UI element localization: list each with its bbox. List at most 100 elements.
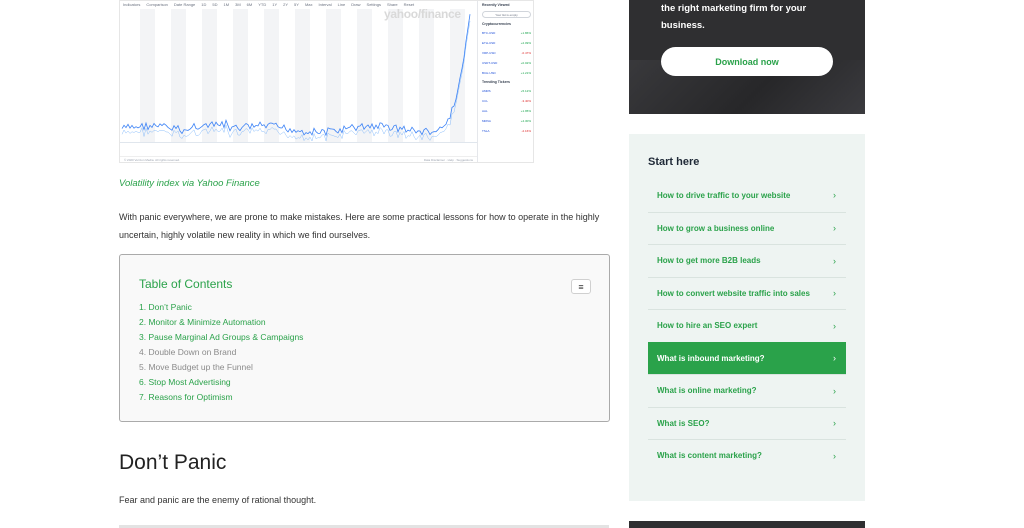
start-here-link[interactable]: What is inbound marketing? › (648, 341, 846, 374)
chart-toolbar-item[interactable]: 5Y (294, 2, 299, 8)
start-here-link-label: How to convert website traffic into sale… (657, 288, 810, 298)
chart-plot (120, 9, 477, 143)
toc-item[interactable]: 5. Move Budget up the Funnel (139, 360, 303, 375)
ticker-symbol: BCH-USD (482, 71, 496, 75)
ticker-row[interactable]: MRNA +4.30% (478, 116, 533, 126)
ticker-row[interactable]: AMRS +5.12% (478, 86, 533, 96)
chevron-right-icon: › (833, 418, 836, 429)
ticker-change: -3.40% (521, 99, 531, 103)
toc-list: 1. Don’t Panic 2. Monitor & Minimize Auto… (139, 300, 303, 405)
trending-heading: Trending Tickers (482, 80, 510, 84)
chevron-right-icon: › (833, 353, 836, 364)
ticker-symbol: MRNA (482, 119, 491, 123)
ticker-symbol: TSLA (482, 129, 490, 133)
start-here-link[interactable]: How to get more B2B leads › (648, 244, 846, 277)
toc-item[interactable]: 4. Double Down on Brand (139, 345, 303, 360)
chart-toolbar-item[interactable]: Settings (367, 2, 381, 8)
volatility-chart-image: Indicators Comparison Date Range 1D 5D 1M 3M 6M… (119, 0, 534, 163)
ticker-change: -0.47% (521, 51, 531, 55)
download-now-button[interactable]: Download now (661, 47, 833, 76)
chart-toolbar-item[interactable]: Draw (351, 2, 360, 8)
ticker-row[interactable]: CCL -3.40% (478, 96, 533, 106)
toc-item[interactable]: 2. Monitor & Minimize Automation (139, 315, 303, 330)
ticker-change: +2.09% (520, 41, 531, 45)
list-icon: ≡ (578, 281, 584, 292)
ticker-row[interactable]: TSLA -2.16% (478, 126, 533, 136)
chart-toolbar-item[interactable]: Interval (319, 2, 332, 8)
chevron-right-icon: › (833, 255, 836, 266)
ticker-row[interactable]: BCH-USD +1.21% (478, 68, 533, 78)
ticker-symbol: ETH-USD (482, 41, 496, 45)
start-here-link-label: How to get more B2B leads (657, 256, 761, 266)
ticker-row[interactable]: XRP-USD -0.47% (478, 48, 533, 58)
start-here-link-label: How to drive traffic to your website (657, 190, 791, 200)
yahoo-finance-watermark: yahoo/finance (384, 7, 461, 21)
chart-caption-link[interactable]: Volatility index via Yahoo Finance (119, 178, 260, 189)
chevron-right-icon: › (833, 288, 836, 299)
ticker-change: +5.12% (520, 89, 531, 93)
section-heading: Don’t Panic (119, 451, 227, 474)
toc-title: Table of Contents (139, 277, 233, 291)
ticker-symbol: XRP-USD (482, 51, 496, 55)
recently-viewed-heading: Recently Viewed (482, 3, 510, 7)
toc-item[interactable]: 1. Don’t Panic (139, 300, 303, 315)
toc-item[interactable]: 6. Stop Most Advertising (139, 375, 303, 390)
chart-toolbar-item[interactable]: Max (305, 2, 313, 8)
chart-footer: © 2020 Verizon Media. All rights reserve… (120, 156, 477, 162)
start-here-link[interactable]: What is online marketing? › (648, 374, 846, 407)
ticker-change: +0.02% (520, 61, 531, 65)
intro-paragraph: With panic everywhere, we are prone to m… (119, 212, 600, 240)
chart-toolbar-item[interactable]: Indicators (123, 2, 140, 8)
chevron-right-icon: › (833, 385, 836, 396)
section-paragraph: Fear and panic are the enemy of rational… (119, 495, 317, 505)
start-here-panel: Start here How to drive traffic to your … (629, 134, 865, 501)
chart-toolbar-item[interactable]: 6M (247, 2, 253, 8)
promo-text: the right marketing firm for your busine… (661, 3, 807, 31)
start-here-link[interactable]: What is SEO? › (648, 406, 846, 440)
ticker-row[interactable]: AAL +1.95% (478, 106, 533, 116)
chevron-right-icon: › (833, 223, 836, 234)
ticker-symbol: AAL (482, 109, 488, 113)
ticker-row[interactable]: BTC-USD +1.86% (478, 28, 533, 38)
start-here-link-label: What is content marketing? (657, 451, 762, 461)
ticker-change: +1.86% (520, 31, 531, 35)
toc-item[interactable]: 7. Reasons for Optimism (139, 390, 303, 405)
chart-toolbar-item[interactable]: 1Y (272, 2, 277, 8)
toc-item[interactable]: 3. Pause Marginal Ad Groups & Campaigns (139, 330, 303, 345)
start-here-link-label: What is inbound marketing? (657, 353, 765, 363)
empty-list-button[interactable]: Your list is empty (482, 11, 531, 18)
cut-off-text (119, 523, 609, 528)
chart-toolbar-item[interactable]: 1D (201, 2, 206, 8)
chart-toolbar-item[interactable]: 3M (235, 2, 241, 8)
promo-banner: the right marketing firm for your busine… (629, 0, 865, 114)
start-here-link[interactable]: How to convert website traffic into sale… (648, 276, 846, 310)
start-here-link[interactable]: How to drive traffic to your website › (648, 179, 846, 212)
start-here-link[interactable]: How to grow a business online › (648, 211, 846, 245)
start-here-title: Start here (648, 156, 700, 168)
start-here-link[interactable]: How to hire an SEO expert › (648, 309, 846, 342)
start-here-link-label: What is online marketing? (657, 386, 757, 396)
chart-toolbar-item[interactable]: 2Y (283, 2, 288, 8)
ticker-symbol: BTC-USD (482, 31, 496, 35)
start-here-link[interactable]: What is content marketing? › (648, 439, 846, 472)
chart-toolbar-item[interactable]: 1M (224, 2, 230, 8)
ticker-row[interactable]: USDT-USD +0.02% (478, 58, 533, 68)
ticker-change: +1.95% (520, 109, 531, 113)
chart-toolbar-item[interactable]: YTD (258, 2, 266, 8)
chart-toolbar: Indicators Comparison Date Range 1D 5D 1M 3M 6M… (120, 1, 533, 9)
ticker-row[interactable]: ETH-USD +2.09% (478, 38, 533, 48)
start-here-link-label: How to grow a business online (657, 223, 775, 233)
chart-toolbar-item[interactable]: Comparison (146, 2, 168, 8)
chart-toolbar-item[interactable]: Date Range (174, 2, 195, 8)
chart-toolbar-item[interactable]: 5D (212, 2, 217, 8)
next-banner (629, 521, 865, 528)
ticker-symbol: CCL (482, 99, 489, 103)
toc-toggle-button[interactable]: ≡ (571, 279, 591, 294)
start-here-link-label: How to hire an SEO expert (657, 321, 758, 331)
chevron-right-icon: › (833, 190, 836, 201)
chevron-right-icon: › (833, 450, 836, 461)
chart-disclaimer: Data Disclaimer · Help · Suggestions (423, 158, 473, 162)
chart-toolbar-item[interactable]: Line (338, 2, 346, 8)
ticker-symbol: USDT-USD (482, 61, 498, 65)
chart-side-panel: Recently Viewed Your list is empty Crypt… (477, 1, 533, 162)
